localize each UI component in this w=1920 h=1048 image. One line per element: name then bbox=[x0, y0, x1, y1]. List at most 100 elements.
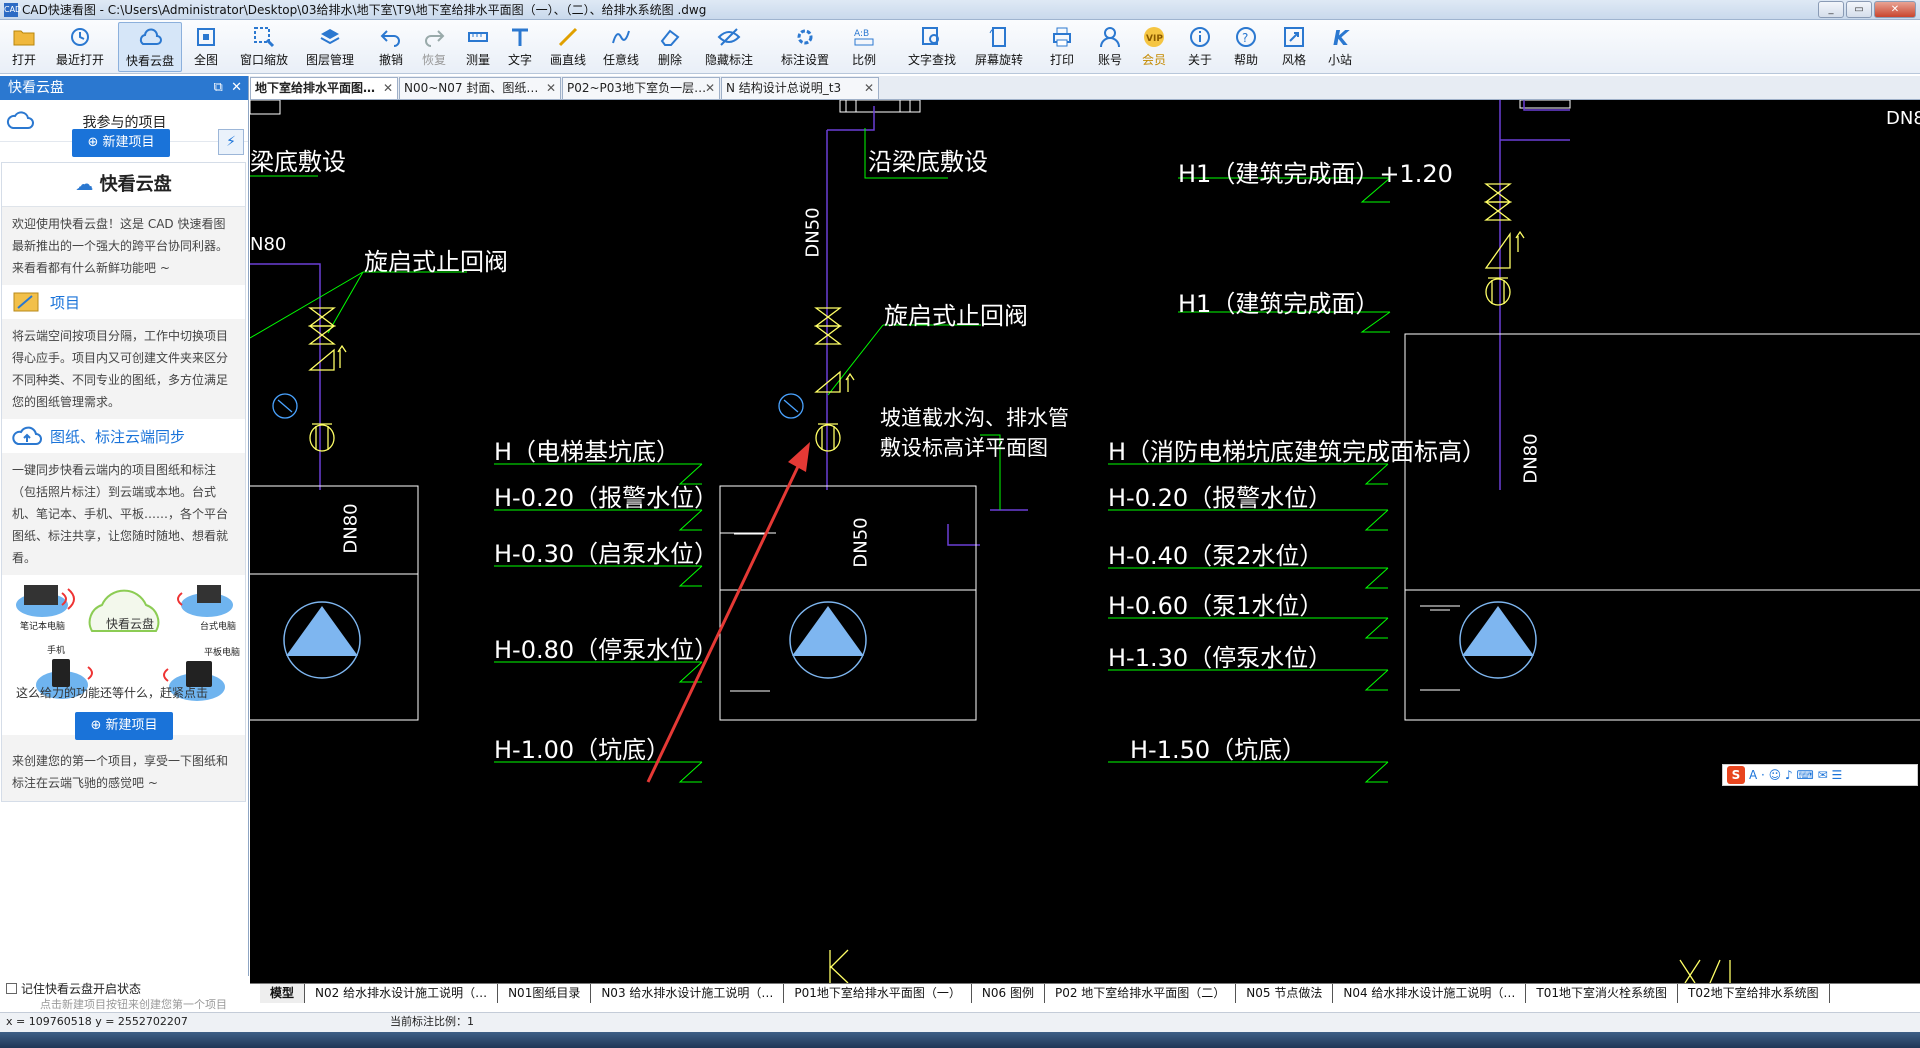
sheet-tab[interactable]: T02地下室给排水系统图 bbox=[1678, 984, 1830, 1003]
level-label-right: H-1.50（坑底） bbox=[1130, 736, 1307, 764]
toolbar-info-button[interactable]: 关于 bbox=[1180, 22, 1220, 72]
label-check-valve-mid: 旋启式止回阀 bbox=[884, 302, 1028, 330]
toolbar-layers-button[interactable]: 图层管理 bbox=[298, 22, 362, 72]
sidebar-title: 快看云盘 bbox=[8, 80, 64, 96]
level-label-mid: H-0.20（报警水位） bbox=[494, 484, 719, 512]
user-icon bbox=[1100, 27, 1120, 48]
label-ramp-note-1: 坡道截水沟、排水管 bbox=[880, 406, 1069, 430]
toolbar-k-station-button[interactable]: K 小站 bbox=[1320, 22, 1360, 72]
fullview-icon bbox=[197, 28, 215, 46]
toolbar-label: 账号 bbox=[1097, 53, 1122, 67]
sheet-tab[interactable]: 模型 bbox=[260, 984, 306, 1003]
level-leader-right bbox=[1108, 567, 1389, 589]
level-label-mid: H-0.80（停泵水位） bbox=[494, 636, 719, 664]
toolbar-help-button[interactable]: ? 帮助 bbox=[1226, 22, 1266, 72]
toolbar-cloud-button[interactable]: 快看云盘 bbox=[118, 22, 182, 72]
level-label-right: H-1.30（停泵水位） bbox=[1108, 644, 1333, 672]
svg-text:?: ? bbox=[1242, 31, 1248, 45]
section-sync-text: 一键同步快看云端内的项目图纸和标注（包括照片标注）到云端或本地。台式机、笔记本、… bbox=[12, 463, 229, 565]
toolbar-vip-button[interactable]: VIP 会员 bbox=[1134, 22, 1174, 72]
sheet-tab[interactable]: N01图纸目录 bbox=[498, 984, 592, 1003]
document-tab[interactable]: P02~P03地下室负一层… ✕ bbox=[562, 77, 720, 99]
toolbar-line-button[interactable]: 画直线 bbox=[544, 22, 592, 72]
document-tab-label: N 结构设计总说明_t3 bbox=[726, 81, 842, 95]
tab-close-icon[interactable]: ✕ bbox=[546, 78, 556, 98]
lightning-sync-icon[interactable]: ⚡ bbox=[218, 129, 244, 155]
level-label-right: H-0.20（报警水位） bbox=[1108, 484, 1333, 512]
sidebar-header-buttons: ⧉ ✕ bbox=[214, 76, 242, 100]
sheet-tab[interactable]: N04 给水排水设计施工说明（… bbox=[1333, 984, 1527, 1003]
toolbar-folder-open-button[interactable]: 打开 bbox=[4, 22, 44, 72]
document-tab[interactable]: N00~N07 封面、图纸… ✕ bbox=[399, 77, 561, 99]
os-taskbar bbox=[0, 1032, 1920, 1048]
close-button[interactable]: ✕ bbox=[1874, 1, 1916, 18]
annotation-scale-readout: 当前标注比例：1 bbox=[390, 1015, 474, 1028]
toolbar-fullview-button[interactable]: 全图 bbox=[186, 22, 226, 72]
toolbar-print-button[interactable]: 打印 bbox=[1040, 22, 1084, 72]
toolbar-window-zoom-button[interactable]: 窗口缩放 bbox=[232, 22, 296, 72]
measure-icon bbox=[468, 32, 488, 42]
sheet-tab[interactable]: N03 给水排水设计施工说明（… bbox=[591, 984, 785, 1003]
toolbar-eye-hide-button[interactable]: 隐藏标注 bbox=[696, 22, 762, 72]
toolbar-label: 文字 bbox=[507, 53, 532, 67]
devices-illustration: 笔记本电脑 快看云盘 台式电脑 手机 平板电脑 bbox=[2, 575, 245, 735]
maximize-button[interactable]: ▭ bbox=[1846, 1, 1872, 18]
sheet-tab[interactable]: T01地下室消火栓系统图 bbox=[1526, 984, 1679, 1003]
sheet-tab[interactable]: N05 节点做法 bbox=[1236, 984, 1334, 1003]
toolbar-label: 打开 bbox=[11, 53, 36, 67]
toolbar-label: 删除 bbox=[657, 53, 682, 67]
toolbar-style-button[interactable]: 风格 bbox=[1274, 22, 1314, 72]
new-project-button-top[interactable]: ⊕ 新建项目 bbox=[72, 129, 170, 157]
toolbar-label: 画直线 bbox=[549, 53, 586, 67]
label-tablet: 平板电脑 bbox=[204, 648, 241, 658]
level-label-right: H-0.40（泵2水位） bbox=[1108, 542, 1324, 570]
toolbar-user-button[interactable]: 账号 bbox=[1090, 22, 1130, 72]
sheet-tab[interactable]: P02 地下室给排水平面图（二） bbox=[1045, 984, 1237, 1003]
freehand-icon bbox=[612, 30, 630, 44]
toolbar-redo-button[interactable]: 恢复 bbox=[414, 22, 454, 72]
toolbar-scale-button[interactable]: A:B 比例 bbox=[844, 22, 884, 72]
toolbar-annotation-settings-button[interactable]: 标注设置 bbox=[772, 22, 838, 72]
section-projects-text: 将云端空间按项目分隔，工作中切换项目得心应手。项目内又可创建文件夹来区分不同种类… bbox=[12, 329, 229, 409]
toolbar-undo-button[interactable]: 撤销 bbox=[372, 22, 410, 72]
restore-panel-icon[interactable]: ⧉ bbox=[214, 80, 223, 95]
toolbar-freehand-button[interactable]: 任意线 bbox=[596, 22, 646, 72]
card-title: ☁ 快看云盘 bbox=[2, 163, 245, 207]
section-projects-header: 项目 bbox=[2, 285, 245, 319]
tab-close-icon[interactable]: ✕ bbox=[864, 78, 874, 98]
main-toolbar: 打开 最近打开 快看云盘 全图 窗口缩放 图层管理 撤销 恢复 测量 文字 画直线 任意线 删除 隐藏标注… bbox=[0, 20, 1920, 74]
document-tab-label: N00~N07 封面、图纸… bbox=[404, 81, 539, 95]
toolbar-label: 全图 bbox=[193, 53, 218, 67]
document-tab[interactable]: N 结构设计总说明_t3 ✕ bbox=[721, 77, 879, 99]
ime-items[interactable]: A · ☺ ♪ ⌨ ✉ ☰ bbox=[1749, 768, 1842, 782]
toolbar-eraser-button[interactable]: 删除 bbox=[650, 22, 690, 72]
toolbar-history-button[interactable]: 最近打开 bbox=[48, 22, 112, 72]
section-projects-title: 项目 bbox=[50, 293, 81, 312]
sheet-tab[interactable]: N02 给水排水设计施工说明（… bbox=[305, 984, 499, 1003]
cad-canvas[interactable]: 梁底敷设 沿梁底敷设 N80 DN8 旋启式止回阀 旋启式止回阀 DN50 DN… bbox=[250, 100, 1920, 983]
window-title: CAD快速看图 - C:\Users\Administrator\Desktop… bbox=[22, 3, 707, 17]
toolbar-rotate-screen-button[interactable]: 屏幕旋转 bbox=[966, 22, 1032, 72]
minimize-button[interactable]: _ bbox=[1818, 1, 1844, 18]
toolbar-measure-button[interactable]: 测量 bbox=[458, 22, 498, 72]
ime-toolbar[interactable]: S A · ☺ ♪ ⌨ ✉ ☰ bbox=[1722, 764, 1918, 786]
sheet-tabs-spacer bbox=[250, 984, 260, 1003]
remember-checkbox-row[interactable]: 记住快看云盘开启状态 bbox=[6, 980, 141, 997]
text-search-icon bbox=[922, 27, 939, 45]
toolbar-text-button[interactable]: 文字 bbox=[500, 22, 540, 72]
tab-close-icon[interactable]: ✕ bbox=[383, 78, 393, 98]
remember-label: 记住快看云盘开启状态 bbox=[21, 982, 142, 996]
sheet-tab[interactable]: P01地下室给排水平面图（一） bbox=[784, 984, 972, 1003]
document-tab[interactable]: 地下室给排水平面图… ✕ bbox=[250, 77, 398, 99]
eye-hide-icon bbox=[717, 28, 741, 46]
new-project-button-bottom[interactable]: ⊕ 新建项目 bbox=[75, 712, 173, 740]
remember-checkbox[interactable] bbox=[6, 983, 17, 994]
sheet-tab[interactable]: N06 图例 bbox=[972, 984, 1045, 1003]
close-panel-icon[interactable]: ✕ bbox=[231, 80, 242, 95]
document-tab-label: 地下室给排水平面图… bbox=[255, 81, 376, 95]
toolbar-label: 小站 bbox=[1327, 53, 1352, 67]
level-leader-mid bbox=[494, 761, 703, 783]
outro-text: 来创建您的第一个项目，享受一下图纸和标注在云端飞驰的感觉吧 ~ bbox=[12, 754, 229, 790]
toolbar-text-search-button[interactable]: 文字查找 bbox=[900, 22, 964, 72]
tab-close-icon[interactable]: ✕ bbox=[705, 78, 715, 98]
